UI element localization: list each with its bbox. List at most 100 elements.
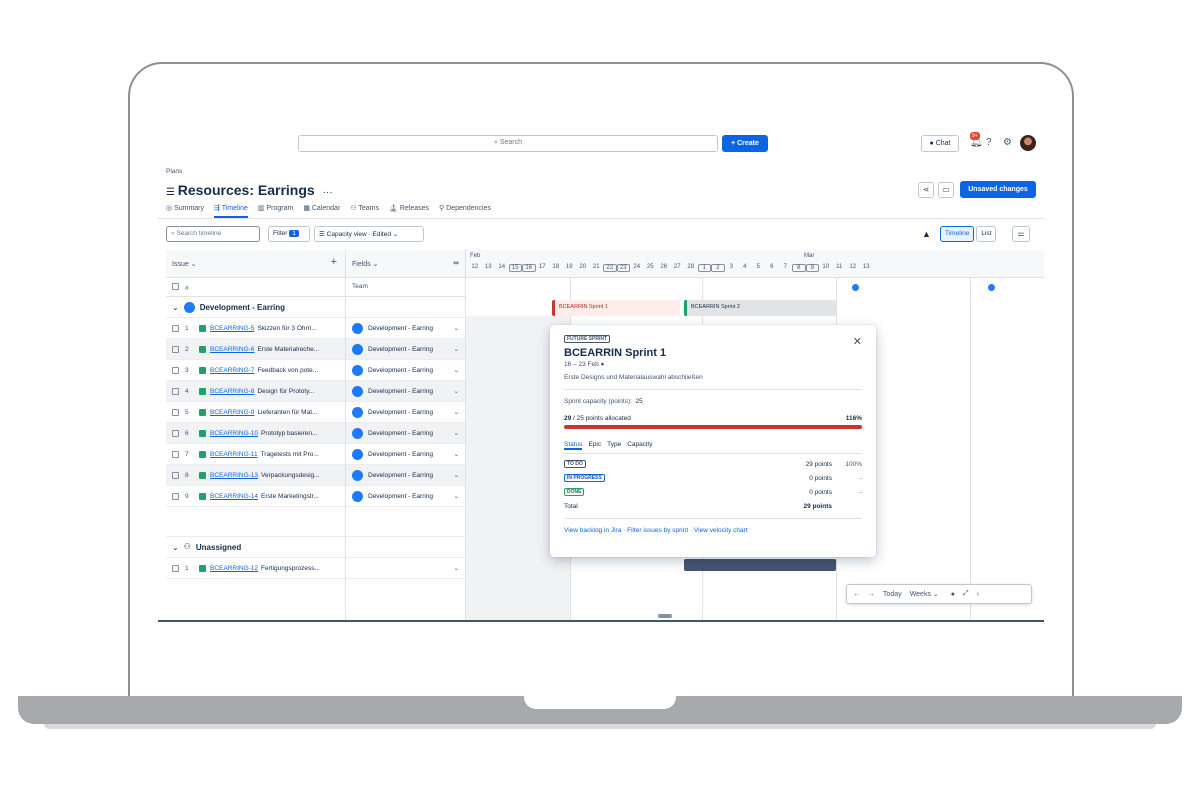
tab-teams[interactable]: ⚇ Teams bbox=[350, 204, 379, 218]
issue-key-link[interactable]: BCEARRING-10 bbox=[210, 430, 258, 437]
chevron-down-icon[interactable]: ⌄ bbox=[454, 450, 459, 458]
chevron-down-icon[interactable]: ⌄ bbox=[454, 429, 459, 437]
chevron-down-icon[interactable]: ⌄ bbox=[172, 543, 179, 552]
arrow-left-icon[interactable]: ← bbox=[853, 591, 860, 598]
row-checkbox[interactable] bbox=[172, 564, 179, 572]
team-field-cell[interactable]: Development - Earring ⌄ bbox=[346, 381, 465, 402]
issue-key-link[interactable]: BCEARRING-5 bbox=[210, 325, 254, 332]
team-field-cell[interactable]: Development - Earring ⌄ bbox=[346, 465, 465, 486]
tab-dependencies[interactable]: ⚲ Dependencies bbox=[439, 204, 491, 218]
chevron-down-icon[interactable]: ⌄ bbox=[454, 471, 459, 479]
tab-epic[interactable]: Epic bbox=[588, 441, 601, 450]
row-checkbox[interactable] bbox=[172, 324, 179, 332]
row-checkbox[interactable] bbox=[172, 450, 179, 458]
tab-timeline[interactable]: ⇶ Timeline bbox=[214, 204, 248, 218]
tab-capacity[interactable]: Capacity bbox=[627, 441, 652, 450]
view-settings-icon[interactable]: ⚌ bbox=[1012, 226, 1030, 242]
sprint-2-bar[interactable]: BCEARRIN Sprint 2 bbox=[684, 300, 836, 316]
chevron-down-icon[interactable]: ⌄ bbox=[454, 492, 459, 500]
release-marker[interactable] bbox=[988, 284, 995, 291]
add-issue-icon[interactable]: + bbox=[331, 256, 337, 268]
chevron-down-icon[interactable]: ⌄ bbox=[454, 564, 459, 572]
issue-key-link[interactable]: BCEARRING-9 bbox=[210, 409, 254, 416]
issue-key-link[interactable]: BCEARRING-6 bbox=[210, 346, 254, 353]
table-row[interactable]: 3 BCEARRING-7 Feedback von pote... bbox=[166, 360, 345, 381]
table-row[interactable]: 1 BCEARRING-5 Skizzen für 3 Ohrri... bbox=[166, 318, 345, 339]
create-button[interactable]: + Create bbox=[722, 135, 768, 152]
filter-button[interactable]: Filter 1 bbox=[268, 226, 310, 242]
team-field-cell[interactable]: Development - Earring ⌄ bbox=[346, 339, 465, 360]
more-actions-button[interactable]: ··· bbox=[323, 187, 333, 198]
arrow-right-icon[interactable]: → bbox=[868, 591, 875, 598]
row-checkbox[interactable] bbox=[172, 408, 179, 416]
row-checkbox[interactable] bbox=[172, 345, 179, 353]
resize-handle-icon[interactable]: ⇹ bbox=[453, 259, 459, 267]
today-button[interactable]: Today bbox=[883, 591, 902, 598]
issue-key-link[interactable]: BCEARRING-13 bbox=[210, 472, 258, 479]
scale-dropdown[interactable]: Weeks ⌄ bbox=[910, 590, 939, 598]
fields-column-header[interactable]: Fields ⌄ ⇹ bbox=[346, 250, 465, 278]
table-row[interactable]: 2 BCEARRING-6 Erste Materialreche... bbox=[166, 339, 345, 360]
chevron-down-icon[interactable]: ⌄ bbox=[454, 387, 459, 395]
unsaved-changes-button[interactable]: Unsaved changes bbox=[960, 181, 1036, 198]
group-header[interactable]: ⌄ ⚇ Unassigned bbox=[166, 537, 345, 558]
info-icon[interactable]: ● bbox=[951, 591, 955, 598]
sprint-1-bar[interactable]: BCEARRIN Sprint 1 bbox=[552, 300, 680, 316]
tab-type[interactable]: Type bbox=[607, 441, 621, 450]
row-checkbox[interactable] bbox=[172, 492, 179, 500]
chevron-down-icon[interactable]: ⌄ bbox=[172, 303, 179, 312]
issue-key-link[interactable]: BCEARRING-8 bbox=[210, 388, 254, 395]
breadcrumb[interactable]: Plans bbox=[166, 168, 182, 175]
horizontal-scroll-handle[interactable] bbox=[658, 614, 672, 618]
timeline-search-input[interactable]: ⌕ Search timeline bbox=[166, 226, 260, 242]
tab-status[interactable]: Status bbox=[564, 441, 583, 450]
issue-key-link[interactable]: BCEARRING-12 bbox=[210, 565, 258, 572]
close-icon[interactable]: ✕ bbox=[853, 335, 862, 348]
chevron-right-icon[interactable]: › bbox=[977, 591, 979, 598]
group-header[interactable]: ⌄ Development - Earring bbox=[166, 297, 345, 318]
team-field-cell[interactable]: Development - Earring ⌄ bbox=[346, 423, 465, 444]
tab-program[interactable]: ▥ Program bbox=[258, 204, 293, 218]
chevron-down-icon[interactable]: ⌄ bbox=[454, 324, 459, 332]
info-icon[interactable]: ● bbox=[601, 361, 605, 368]
issue-column-header[interactable]: Issue ⌄ + bbox=[166, 250, 345, 278]
chevron-down-icon[interactable]: ⌄ bbox=[454, 366, 459, 374]
list-view-button[interactable]: List bbox=[976, 226, 997, 242]
table-row[interactable]: 6 BCEARRING-10 Prototyp basieren... bbox=[166, 423, 345, 444]
row-checkbox[interactable] bbox=[172, 366, 179, 374]
team-field-cell[interactable]: Development - Earring ⌄ bbox=[346, 444, 465, 465]
settings-gear-icon[interactable]: ⚙ bbox=[1003, 137, 1012, 148]
row-checkbox[interactable] bbox=[172, 429, 179, 437]
tab-summary[interactable]: ◎ Summary bbox=[166, 204, 204, 218]
user-avatar[interactable] bbox=[1020, 135, 1036, 151]
issue-key-link[interactable]: BCEARRING-14 bbox=[210, 493, 258, 500]
table-row[interactable]: 8 BCEARRING-13 Verpackungsdesig... bbox=[166, 465, 345, 486]
chevron-down-icon[interactable]: ⌄ bbox=[454, 408, 459, 416]
team-field-cell[interactable]: Development - Earring ⌄ bbox=[346, 402, 465, 423]
capacity-view-dropdown[interactable]: ☰ Capacity view · Edited ⌄ bbox=[314, 226, 424, 242]
issue-schedule-bar[interactable] bbox=[684, 559, 836, 571]
warning-icon[interactable]: ▲ bbox=[922, 229, 931, 239]
row-checkbox[interactable] bbox=[172, 471, 179, 479]
select-all-checkbox[interactable] bbox=[172, 283, 179, 290]
share-icon[interactable]: ⋖ bbox=[918, 182, 934, 198]
help-icon[interactable]: ? bbox=[986, 137, 992, 148]
issue-key-link[interactable]: BCEARRING-7 bbox=[210, 367, 254, 374]
expand-icon[interactable]: ⤢ bbox=[963, 590, 969, 598]
team-field-cell[interactable]: Development - Earring ⌄ bbox=[346, 318, 465, 339]
table-row[interactable]: 9 BCEARRING-14 Erste Marketingstr... bbox=[166, 486, 345, 507]
team-field-cell[interactable]: Development - Earring ⌄ bbox=[346, 360, 465, 381]
table-row[interactable]: 1 BCEARRING-12 Fertigungsprozess... bbox=[166, 558, 345, 579]
popup-links[interactable]: View backlog in Jira · Filter issues by … bbox=[564, 527, 862, 534]
tab-releases[interactable]: ⛵︎ Releases bbox=[389, 204, 429, 218]
feedback-icon[interactable]: ▭ bbox=[938, 182, 954, 198]
release-marker[interactable] bbox=[852, 284, 859, 291]
table-row[interactable]: 7 BCEARRING-11 Tragetests mit Pro... bbox=[166, 444, 345, 465]
timeline-view-button[interactable]: Timeline bbox=[940, 226, 975, 242]
row-checkbox[interactable] bbox=[172, 387, 179, 395]
issue-key-link[interactable]: BCEARRING-11 bbox=[210, 451, 258, 458]
table-row[interactable]: 4 BCEARRING-8 Design für Prototy... bbox=[166, 381, 345, 402]
team-field-cell[interactable]: ⌄ bbox=[346, 558, 465, 579]
table-row[interactable]: 5 BCEARRING-9 Lieferanten für Mat... bbox=[166, 402, 345, 423]
global-search-input[interactable]: ⌕ Search bbox=[298, 135, 718, 152]
